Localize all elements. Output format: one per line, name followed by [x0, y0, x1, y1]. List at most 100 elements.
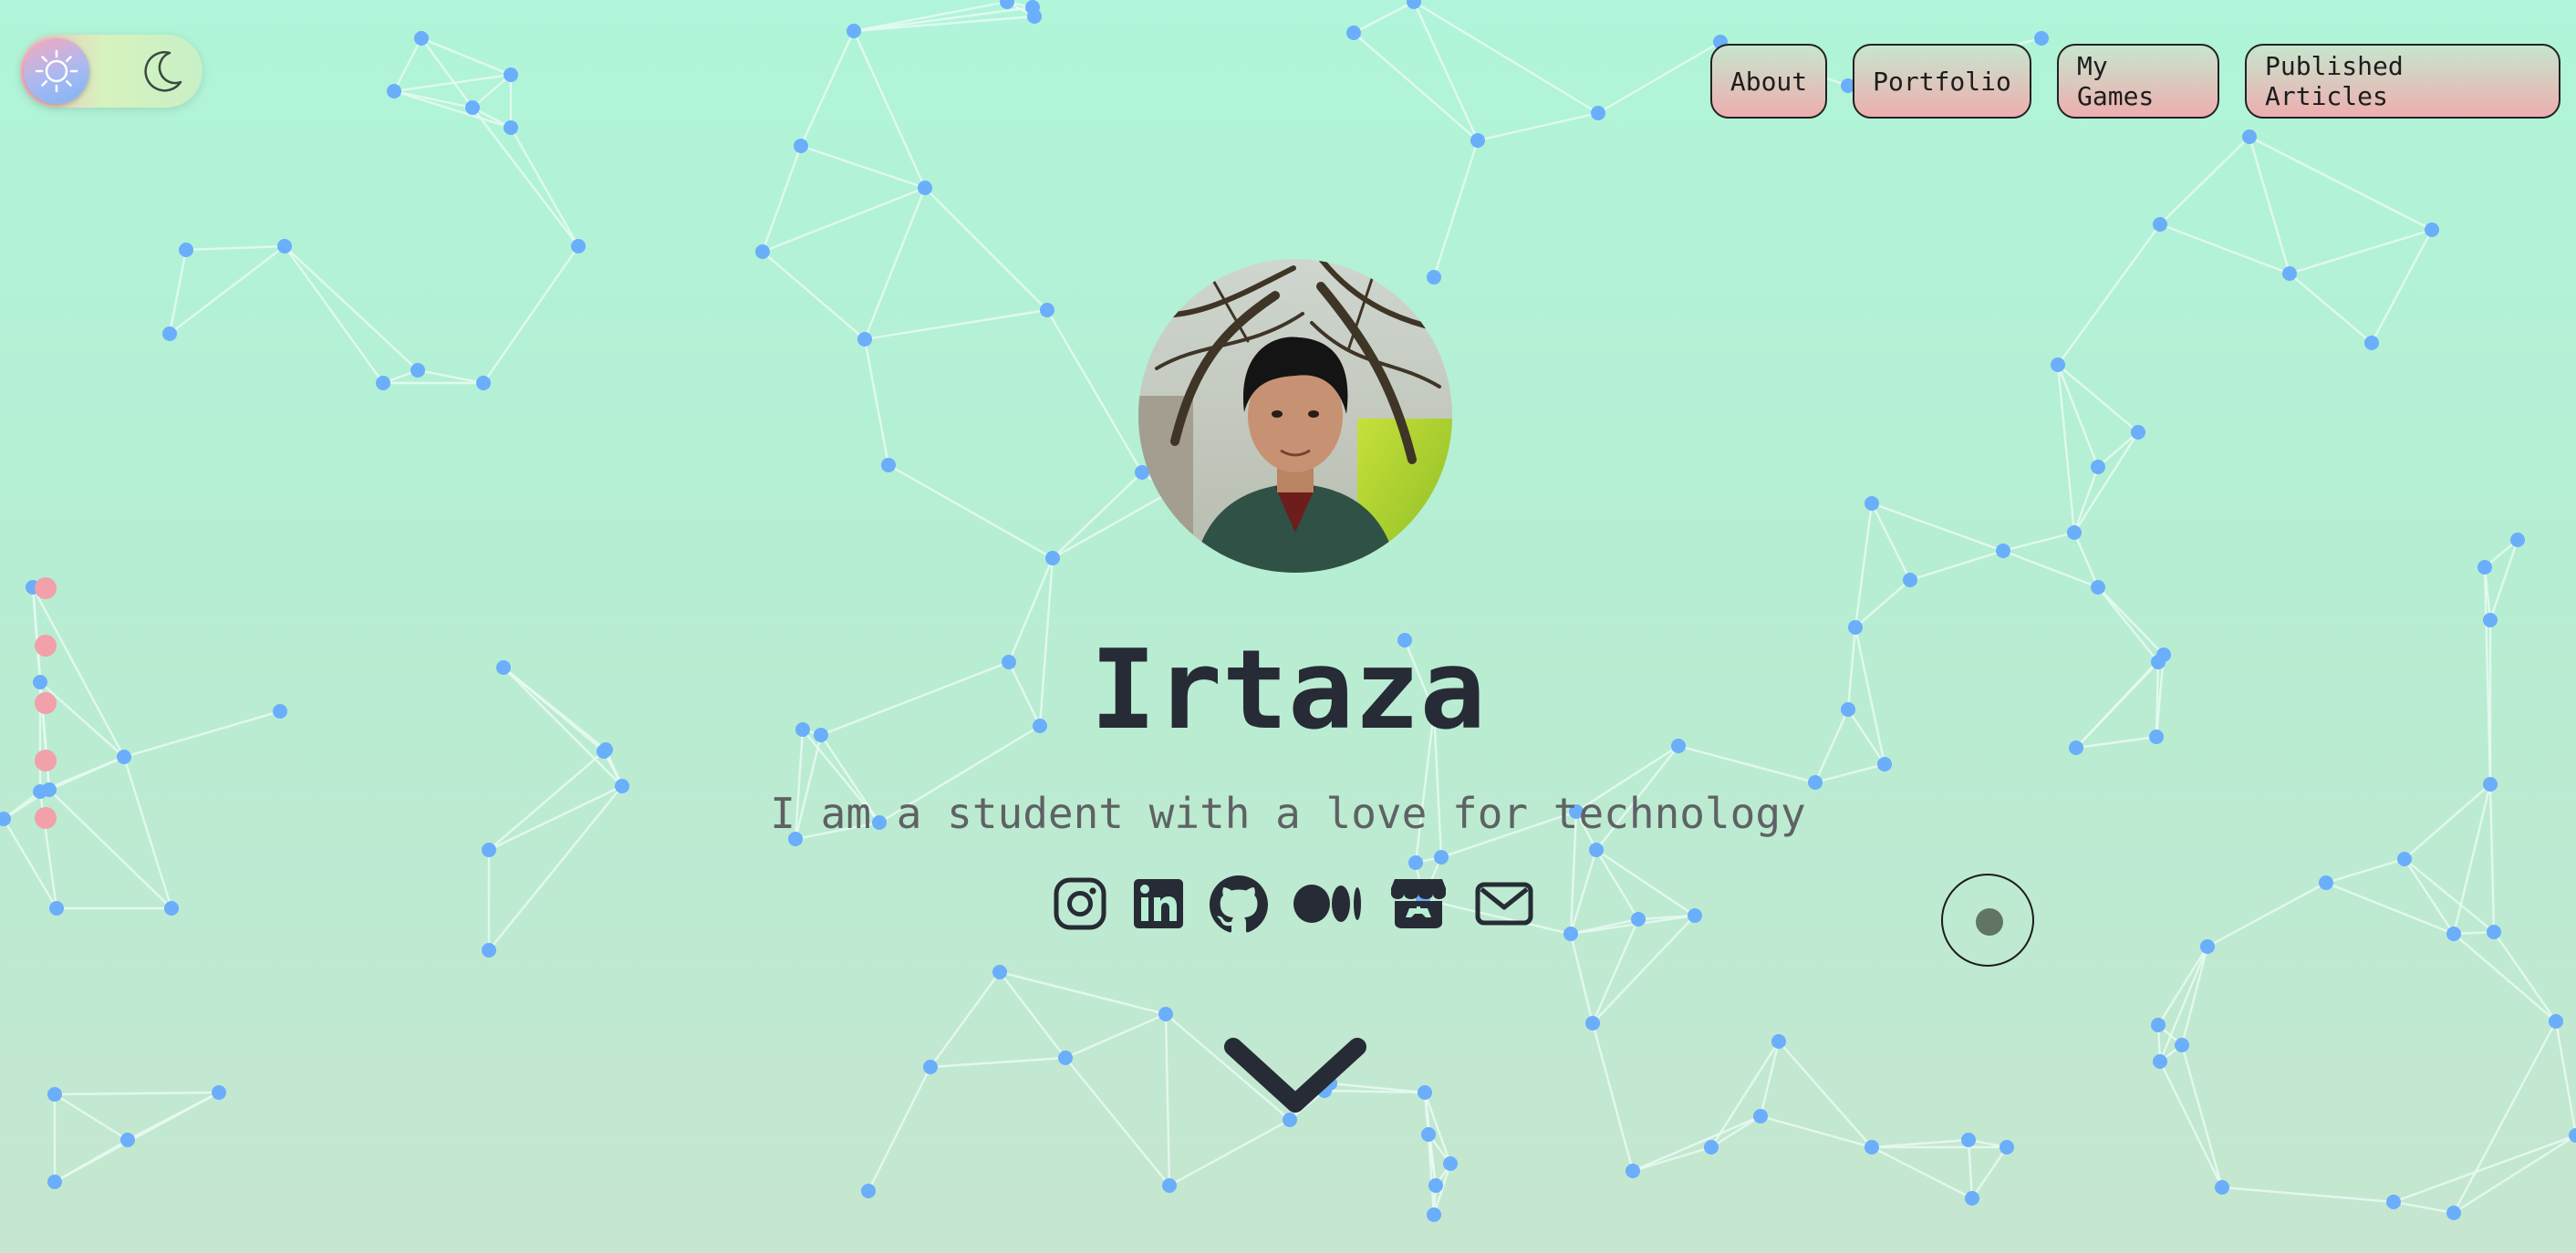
network-link [924, 187, 1048, 311]
network-node [1040, 303, 1054, 317]
nav-about-button[interactable]: About [1710, 44, 1827, 119]
network-link [930, 971, 1001, 1068]
network-link [2221, 1186, 2394, 1204]
network-node [2510, 533, 2525, 547]
network-node [571, 239, 586, 254]
network-node [1585, 1016, 1600, 1030]
network-node [1704, 1140, 1719, 1155]
network-link [852, 30, 927, 189]
network-link [1413, 0, 1599, 115]
network-node [482, 943, 496, 958]
network-node [1771, 1034, 1786, 1049]
network-node [1688, 908, 1702, 923]
network-node [2386, 1195, 2401, 1209]
network-link [2159, 223, 2290, 275]
network-node [1443, 1156, 1458, 1171]
network-node [2153, 217, 2167, 232]
network-node [1162, 1178, 1177, 1193]
network-link [1871, 1145, 1973, 1200]
network-node [2282, 266, 2297, 281]
network-link [284, 245, 384, 384]
network-node [2425, 223, 2439, 237]
section-dot[interactable] [35, 692, 57, 714]
network-link [2056, 364, 2076, 533]
network-node [387, 84, 401, 98]
network-link [1432, 140, 1480, 278]
network-node [1000, 0, 1014, 9]
network-link [853, 0, 1008, 33]
section-dot[interactable] [35, 750, 57, 771]
network-node [1428, 1178, 1443, 1193]
network-link [54, 1092, 129, 1142]
nav-published-articles-button[interactable]: Published Articles [2245, 44, 2560, 119]
network-link [2248, 136, 2291, 274]
email-icon[interactable] [1474, 875, 1534, 936]
network-node [1421, 1127, 1436, 1142]
network-node [465, 100, 480, 115]
network-link [999, 971, 1066, 1059]
toggle-knob[interactable] [24, 38, 89, 104]
network-link [1597, 40, 1721, 115]
network-link [48, 755, 125, 792]
network-node [1407, 0, 1421, 9]
network-link [393, 89, 512, 129]
network-link [54, 1091, 220, 1184]
network-link [169, 245, 286, 335]
network-link [863, 338, 890, 466]
network-link [2452, 1020, 2558, 1214]
network-link [867, 1066, 932, 1192]
network-link [1592, 915, 1696, 1024]
network-node [1434, 850, 1449, 865]
network-node [2446, 927, 2461, 941]
network-link [1778, 1041, 1873, 1148]
medium-icon[interactable] [1293, 875, 1366, 936]
network-link [799, 30, 856, 147]
instagram-icon[interactable] [1052, 875, 1108, 936]
linkedin-icon[interactable] [1130, 875, 1187, 936]
network-node [179, 243, 193, 257]
network-link [999, 970, 1167, 1016]
network-node [1058, 1051, 1073, 1065]
nav-my-games-button[interactable]: My Games [2057, 44, 2219, 119]
theme-toggle[interactable] [20, 35, 203, 108]
network-link [864, 308, 1048, 341]
network-node [2215, 1180, 2229, 1195]
network-node [410, 363, 425, 378]
cursor-dot [1976, 908, 2003, 936]
section-dot[interactable] [35, 577, 57, 599]
network-link [1967, 1139, 1974, 1199]
network-node [881, 458, 896, 472]
network-node [2091, 580, 2105, 595]
section-dot[interactable] [35, 635, 57, 657]
network-link [393, 89, 473, 109]
network-node [857, 332, 872, 347]
network-link [1759, 1041, 1781, 1117]
network-node [2153, 1054, 2167, 1069]
network-link [1353, 0, 1415, 35]
hero-name: Irtaza [1090, 627, 1486, 754]
itchio-icon[interactable] [1389, 875, 1448, 936]
nav-portfolio-button[interactable]: Portfolio [1853, 44, 2031, 119]
network-node [755, 244, 770, 259]
network-node [2364, 336, 2379, 350]
network-link [1065, 1012, 1167, 1060]
main-nav: About Portfolio My Games Published Artic… [1710, 44, 2560, 119]
network-node [794, 139, 808, 153]
github-icon[interactable] [1209, 875, 1269, 937]
chevron-down-icon[interactable] [1222, 1029, 1368, 1120]
network-node [847, 24, 861, 38]
network-link [2057, 364, 2139, 433]
network-link [284, 245, 419, 371]
network-node [1470, 133, 1485, 148]
network-link [800, 144, 926, 190]
network-node [1591, 106, 1605, 120]
network-link [1412, 1, 1480, 141]
network-node [923, 1060, 938, 1074]
section-dot[interactable] [35, 807, 57, 829]
network-node [212, 1085, 226, 1100]
network-node [414, 31, 429, 46]
network-node [1626, 1164, 1640, 1178]
network-node [1631, 912, 1646, 927]
network-link [2325, 857, 2405, 885]
network-node [1045, 551, 1060, 565]
